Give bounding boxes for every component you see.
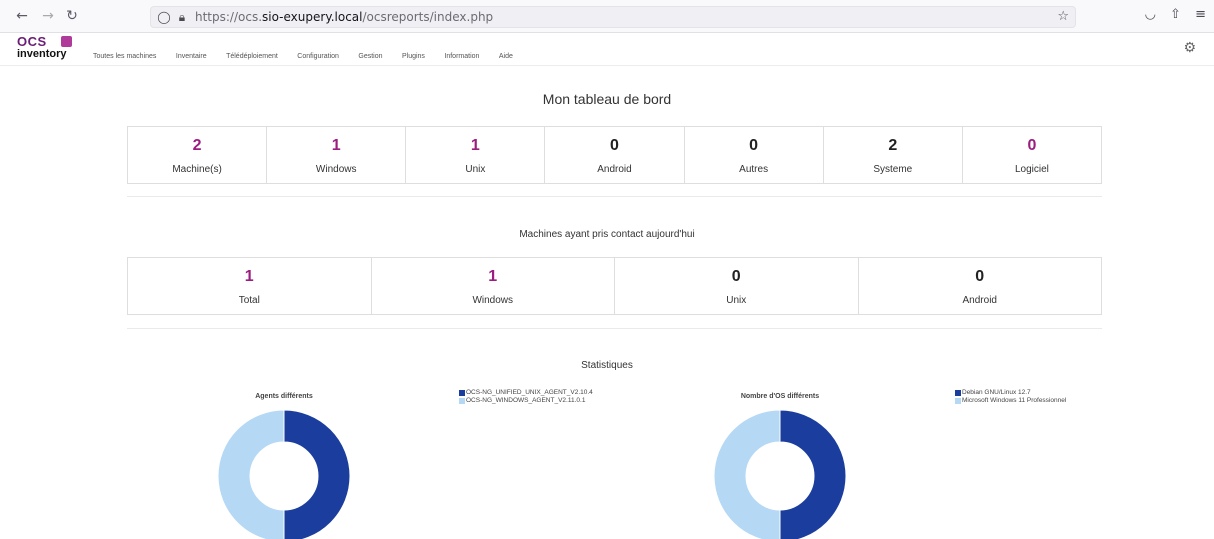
statistics-title: Statistiques [581, 360, 633, 371]
app-header: OCS inventory Toutes les machines Invent… [0, 33, 1214, 66]
url-text[interactable]: https://ocs.sio-exupery.local/ocsreports… [195, 10, 493, 25]
stat-android[interactable]: 0 Android [545, 127, 685, 183]
legend-swatch [955, 398, 961, 404]
donut-slice-1[interactable] [713, 409, 781, 539]
bookmark-star-icon[interactable]: ☆ [1057, 9, 1069, 24]
main-menu: Toutes les machines Inventaire Télédéplo… [93, 45, 528, 63]
donut-slice-0[interactable] [283, 409, 351, 539]
stat-autres[interactable]: 0 Autres [685, 127, 824, 183]
reload-icon[interactable]: ↻ [64, 8, 80, 24]
contact-unix[interactable]: 0 Unix [615, 258, 859, 314]
back-icon[interactable]: ← [14, 8, 30, 24]
legend-item[interactable]: Debian GNU/Linux 12.7 [955, 389, 1115, 397]
menu-information[interactable]: Information [444, 53, 479, 60]
extensions-icon[interactable]: ⇧ [1170, 7, 1181, 22]
dashboard-stats: 2 Machine(s) 1 Windows 1 Unix 0 Android 0 Aut… [127, 126, 1102, 184]
chart-os-legend: Debian GNU/Linux 12.7 Microsoft Windows … [955, 389, 1115, 405]
stat-machines[interactable]: 2 Machine(s) [128, 127, 268, 183]
forward-icon[interactable]: → [40, 8, 56, 24]
dashboard-title: Mon tableau de bord [542, 91, 672, 107]
legend-item[interactable]: OCS-NG_UNIFIED_UNIX_AGENT_V2.10.4 [459, 389, 609, 397]
contact-windows[interactable]: 1 Windows [372, 258, 615, 314]
donut-slice-0[interactable] [779, 409, 847, 539]
chart-agents-donut [217, 409, 351, 539]
stat-unix[interactable]: 1 Unix [406, 127, 546, 183]
contact-title: Machines ayant pris contact aujourd'hui [519, 229, 695, 240]
ocs-logo[interactable]: OCS inventory [17, 35, 77, 62]
legend-swatch [955, 390, 961, 396]
stat-logiciel[interactable]: 0 Logiciel [963, 127, 1101, 183]
lock-icon[interactable]: 🔒︎ [175, 10, 189, 24]
divider [127, 328, 1102, 329]
donut-slice-1[interactable] [217, 409, 285, 539]
menu-inventaire[interactable]: Inventaire [176, 53, 207, 60]
contact-android[interactable]: 0 Android [859, 258, 1102, 314]
menu-toutes-les-machines[interactable]: Toutes les machines [93, 53, 156, 60]
chart-agents-legend: OCS-NG_UNIFIED_UNIX_AGENT_V2.10.4 OCS-NG… [459, 389, 609, 405]
legend-swatch [459, 398, 465, 404]
menu-gestion[interactable]: Gestion [358, 53, 382, 60]
contact-stats: 1 Total 1 Windows 0 Unix 0 Android [127, 257, 1102, 315]
menu-aide[interactable]: Aide [499, 53, 513, 60]
chart-agents-title: Agents différents [255, 393, 313, 400]
contact-total[interactable]: 1 Total [128, 258, 372, 314]
menu-configuration[interactable]: Configuration [297, 53, 339, 60]
address-bar[interactable]: ◯ 🔒︎ https://ocs.sio-exupery.local/ocsre… [150, 6, 1076, 28]
menu-plugins[interactable]: Plugins [402, 53, 425, 60]
legend-item[interactable]: Microsoft Windows 11 Professionnel [955, 397, 1115, 405]
logo-mark [61, 36, 72, 47]
legend-item[interactable]: OCS-NG_WINDOWS_AGENT_V2.11.0.1 [459, 397, 609, 405]
chart-os-donut [713, 409, 847, 539]
divider [127, 196, 1102, 197]
gear-icon[interactable]: ⚙ [1183, 40, 1196, 56]
browser-toolbar: ← → ↻ ◯ 🔒︎ https://ocs.sio-exupery.local… [0, 0, 1214, 33]
menu-icon[interactable]: ≡ [1195, 7, 1206, 22]
pocket-icon[interactable]: ◡ [1145, 7, 1156, 22]
legend-swatch [459, 390, 465, 396]
stat-systeme[interactable]: 2 Systeme [824, 127, 963, 183]
stat-windows[interactable]: 1 Windows [267, 127, 407, 183]
shield-icon[interactable]: ◯ [157, 10, 171, 24]
chart-os-title: Nombre d'OS différents [740, 393, 820, 400]
menu-teledeploiement[interactable]: Télédéploiement [226, 53, 278, 60]
